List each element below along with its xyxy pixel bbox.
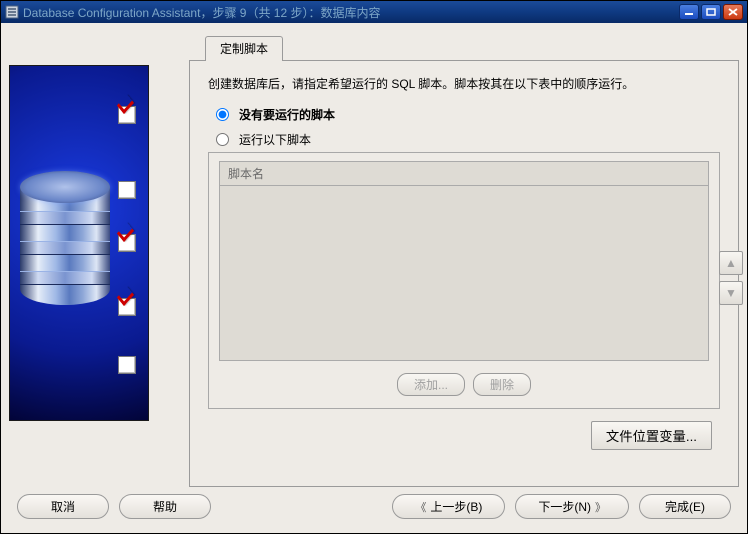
arrow-up-icon: ▲ [725, 256, 737, 270]
scripts-group: 脚本名 ▲ ▼ 添加... 删除 [208, 152, 720, 409]
chevron-left-icon: 《 [415, 499, 426, 515]
step-checkbox-5 [118, 356, 136, 374]
maximize-button[interactable] [701, 4, 721, 20]
delete-script-button[interactable]: 删除 [473, 373, 531, 396]
titlebar: Database Configuration Assistant，步骤 9（共 … [1, 1, 747, 23]
move-down-button[interactable]: ▼ [719, 281, 743, 305]
minimize-button[interactable] [679, 4, 699, 20]
radio-run-scripts[interactable] [216, 133, 229, 146]
tab-custom-scripts[interactable]: 定制脚本 [205, 36, 283, 61]
tab-page: 创建数据库后，请指定希望运行的 SQL 脚本。脚本按其在以下表中的顺序运行。 没… [189, 60, 739, 487]
app-icon [5, 5, 19, 19]
cancel-button[interactable]: 取消 [17, 494, 109, 519]
chevron-right-icon: 》 [595, 499, 606, 515]
database-cylinder-icon [20, 171, 110, 321]
wizard-footer: 取消 帮助 《 上一步(B) 下一步(N) 》 完成(E) [1, 487, 747, 533]
step-checkbox-3 [118, 234, 136, 252]
file-location-vars-button[interactable]: 文件位置变量... [591, 421, 712, 450]
step-checkbox-1 [118, 106, 136, 124]
scripts-table[interactable]: 脚本名 [219, 161, 709, 361]
wizard-steps-panel [9, 65, 149, 421]
radio-no-scripts-label[interactable]: 没有要运行的脚本 [239, 106, 335, 123]
arrow-down-icon: ▼ [725, 286, 737, 300]
add-script-button[interactable]: 添加... [397, 373, 465, 396]
back-button[interactable]: 《 上一步(B) [392, 494, 505, 519]
next-button-label: 下一步(N) [538, 498, 591, 515]
move-up-button[interactable]: ▲ [719, 251, 743, 275]
scripts-table-header: 脚本名 [220, 162, 708, 186]
step-checkbox-2 [118, 181, 136, 199]
instruction-text: 创建数据库后，请指定希望运行的 SQL 脚本。脚本按其在以下表中的顺序运行。 [208, 75, 720, 92]
finish-button[interactable]: 完成(E) [639, 494, 731, 519]
next-button[interactable]: 下一步(N) 》 [515, 494, 629, 519]
finish-button-label: 完成(E) [665, 498, 705, 515]
radio-no-scripts[interactable] [216, 108, 229, 121]
close-button[interactable] [723, 4, 743, 20]
help-button[interactable]: 帮助 [119, 494, 211, 519]
back-button-label: 上一步(B) [430, 498, 482, 515]
window-title: Database Configuration Assistant，步骤 9（共 … [23, 4, 679, 21]
radio-run-scripts-label[interactable]: 运行以下脚本 [239, 131, 311, 148]
step-checkbox-4 [118, 298, 136, 316]
